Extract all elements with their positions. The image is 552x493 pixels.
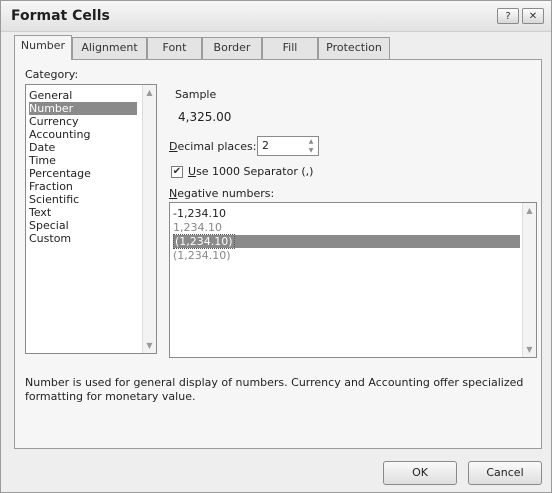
negative-option-3[interactable]: (1,234.10) — [173, 234, 520, 249]
title-bar: Format Cells ? ✕ — [1, 1, 551, 32]
sample-label: Sample — [175, 88, 217, 101]
ok-button[interactable]: OK — [383, 461, 457, 485]
decimal-places-label: Decimal places: — [169, 140, 257, 153]
decimal-places-value: 2 — [262, 139, 269, 152]
spin-down-icon[interactable]: ▼ — [304, 146, 318, 155]
negative-option-4[interactable]: (1,234.10) — [173, 249, 231, 262]
category-item-custom[interactable]: Custom — [29, 232, 71, 245]
help-icon[interactable]: ? — [497, 8, 519, 24]
tab-number[interactable]: Number — [14, 35, 72, 60]
format-cells-dialog: Format Cells ? ✕ Number Alignment Font B… — [0, 0, 552, 493]
tab-border[interactable]: Border — [202, 37, 262, 59]
thousand-separator-checkbox[interactable]: ✔ — [171, 166, 183, 178]
close-icon[interactable]: ✕ — [522, 8, 544, 24]
tab-fill[interactable]: Fill — [262, 37, 318, 59]
tab-alignment[interactable]: Alignment — [72, 37, 147, 59]
sample-value: 4,325.00 — [178, 110, 232, 124]
negative-numbers-listbox[interactable]: -1,234.10 1,234.10 (1,234.10) (1,234.10)… — [169, 202, 537, 358]
category-item-time[interactable]: Time — [29, 154, 56, 167]
spin-up-icon[interactable]: ▲ — [304, 137, 318, 146]
category-item-special[interactable]: Special — [29, 219, 69, 232]
category-item-fraction[interactable]: Fraction — [29, 180, 73, 193]
category-item-percentage[interactable]: Percentage — [29, 167, 91, 180]
tab-protection[interactable]: Protection — [318, 37, 390, 59]
negative-option-2[interactable]: 1,234.10 — [173, 221, 222, 234]
category-item-accounting[interactable]: Accounting — [29, 128, 90, 141]
format-description: Number is used for general display of nu… — [25, 376, 524, 403]
category-item-general[interactable]: General — [29, 89, 72, 102]
category-item-currency[interactable]: Currency — [29, 115, 79, 128]
category-item-scientific[interactable]: Scientific — [29, 193, 79, 206]
category-item-number[interactable]: Number — [29, 102, 137, 115]
negative-option-1[interactable]: -1,234.10 — [173, 207, 226, 220]
negative-numbers-label: Negative numbers: — [169, 187, 275, 200]
decimal-places-stepper[interactable]: 2 ▲ ▼ — [257, 136, 319, 156]
cancel-button[interactable]: Cancel — [468, 461, 542, 485]
scroll-down-icon[interactable]: ▼ — [143, 339, 156, 352]
scroll-down-icon[interactable]: ▼ — [523, 343, 536, 356]
negative-scrollbar[interactable]: ▲ ▼ — [522, 203, 536, 357]
dialog-title: Format Cells — [11, 8, 110, 24]
category-label: Category: — [25, 68, 79, 81]
category-listbox[interactable]: General Number Currency Accounting Date … — [25, 84, 157, 354]
thousand-separator-label: Use 1000 Separator (,) — [188, 165, 314, 178]
number-tab-panel: Category: General Number Currency Accoun… — [14, 59, 542, 449]
tab-font[interactable]: Font — [147, 37, 202, 59]
category-item-date[interactable]: Date — [29, 141, 55, 154]
scroll-up-icon[interactable]: ▲ — [523, 204, 536, 217]
category-scrollbar[interactable]: ▲ ▼ — [142, 85, 156, 353]
category-item-text[interactable]: Text — [29, 206, 51, 219]
scroll-up-icon[interactable]: ▲ — [143, 86, 156, 99]
